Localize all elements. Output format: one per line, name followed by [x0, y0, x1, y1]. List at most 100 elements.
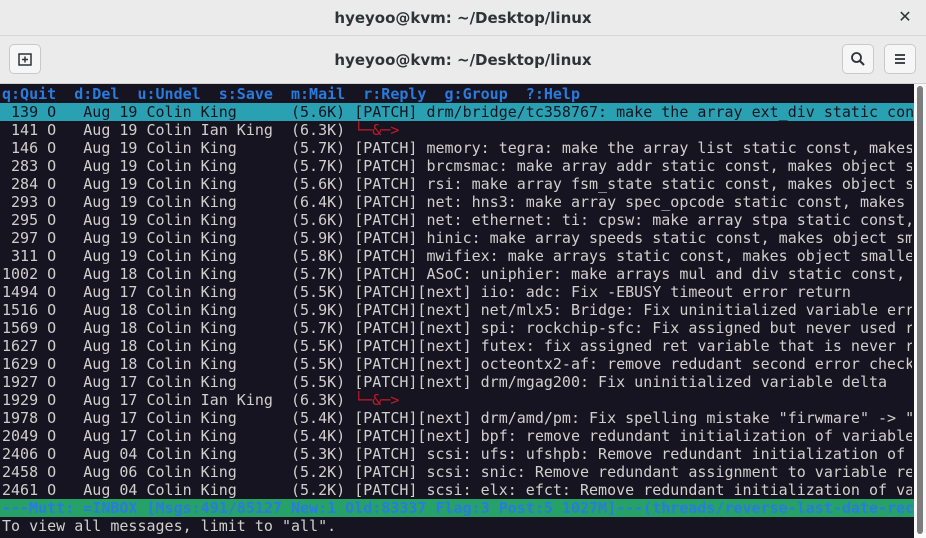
- terminal-screen[interactable]: q:Quit d:Del u:Undel s:Save m:Mail r:Rep…: [0, 84, 914, 538]
- message-flag: O: [47, 175, 57, 193]
- message-author: Colin King: [146, 175, 237, 193]
- message-row[interactable]: 311 O Aug 19 Colin King (5.8K) [PATCH] m…: [2, 247, 912, 265]
- column-gap: [345, 391, 354, 409]
- message-row[interactable]: 2461 O Aug 04 Colin King (5.2K) [PATCH] …: [2, 481, 912, 499]
- menu-button[interactable]: [884, 44, 916, 74]
- message-row[interactable]: 1929 O Aug 17 Colin Ian King (6.3K) └─&─…: [2, 391, 912, 409]
- column-gap: [237, 337, 291, 355]
- message-subject: [PATCH] hinic: make array speeds static …: [354, 229, 912, 247]
- message-row[interactable]: 146 O Aug 19 Colin King (5.7K) [PATCH] m…: [2, 139, 912, 157]
- message-author: Colin King: [146, 157, 237, 175]
- message-subject: [PATCH] memory: tegra: make the array li…: [354, 139, 912, 157]
- message-date: Aug 19: [83, 211, 138, 229]
- message-row[interactable]: 284 O Aug 19 Colin King (5.6K) [PATCH] r…: [2, 175, 912, 193]
- message-row[interactable]: 141 O Aug 19 Colin Ian King (6.3K) └─&─>: [2, 121, 912, 139]
- column-gap: [137, 121, 146, 139]
- column-gap: [345, 481, 354, 499]
- message-date: Aug 19: [83, 139, 138, 157]
- message-number: 2406: [2, 445, 39, 463]
- message-row[interactable]: 2049 O Aug 17 Colin King (5.4K) [PATCH][…: [2, 427, 912, 445]
- message-date: Aug 19: [83, 229, 138, 247]
- message-size: (5.6K): [291, 103, 346, 121]
- message-size: (5.8K): [291, 247, 346, 265]
- column-gap: [345, 373, 354, 391]
- message-flag: O: [47, 247, 57, 265]
- message-number: 2461: [2, 481, 39, 499]
- message-subject: [PATCH] brcmsmac: make array addr static…: [354, 157, 912, 175]
- message-number: 311: [2, 247, 39, 265]
- column-gap: [137, 355, 146, 373]
- message-row[interactable]: 1978 O Aug 17 Colin King (5.4K) [PATCH][…: [2, 409, 912, 427]
- window-titlebar[interactable]: hyeyoo@kvm: ~/Desktop/linux ✕: [0, 0, 926, 36]
- message-row[interactable]: 1927 O Aug 17 Colin King (5.5K) [PATCH][…: [2, 373, 912, 391]
- message-row[interactable]: 1569 O Aug 18 Colin King (5.7K) [PATCH][…: [2, 319, 912, 337]
- message-row[interactable]: 1494 O Aug 17 Colin King (5.5K) [PATCH][…: [2, 283, 912, 301]
- message-row[interactable]: 1516 O Aug 18 Colin King (5.9K) [PATCH][…: [2, 301, 912, 319]
- message-subject: [PATCH] net: ethernet: ti: cpsw: make ar…: [354, 211, 912, 229]
- column-gap: [273, 121, 291, 139]
- message-author: Colin King: [146, 103, 237, 121]
- message-row[interactable]: 293 O Aug 19 Colin King (6.4K) [PATCH] n…: [2, 193, 912, 211]
- message-row[interactable]: 139 O Aug 19 Colin King (5.6K) [PATCH] d…: [0, 103, 914, 121]
- scrollbar-thumb[interactable]: [917, 86, 923, 534]
- message-subject: [PATCH][next] net/mlx5: Bridge: Fix unin…: [354, 301, 912, 319]
- column-gap: [38, 319, 47, 337]
- column-gap: [56, 481, 83, 499]
- message-row[interactable]: 283 O Aug 19 Colin King (5.7K) [PATCH] b…: [2, 157, 912, 175]
- column-gap: [345, 427, 354, 445]
- message-number: 1629: [2, 355, 39, 373]
- message-author: Colin King: [146, 319, 237, 337]
- column-gap: [137, 175, 146, 193]
- message-flag: O: [47, 391, 57, 409]
- message-row[interactable]: 2406 O Aug 04 Colin King (5.3K) [PATCH] …: [2, 445, 912, 463]
- message-flag: O: [47, 373, 57, 391]
- column-gap: [237, 355, 291, 373]
- message-flag: O: [47, 139, 57, 157]
- message-flag: O: [47, 481, 57, 499]
- hamburger-menu-icon: [895, 54, 905, 64]
- message-author: Colin King: [146, 211, 237, 229]
- message-flag: O: [47, 355, 57, 373]
- close-icon[interactable]: ✕: [894, 6, 916, 28]
- column-gap: [273, 391, 291, 409]
- search-button[interactable]: [842, 44, 874, 74]
- column-gap: [237, 103, 291, 121]
- column-gap: [137, 265, 146, 283]
- message-subject: [PATCH] scsi: ufs: ufshpb: Remove redund…: [354, 445, 912, 463]
- message-size: (6.4K): [291, 193, 346, 211]
- message-row[interactable]: 1627 O Aug 18 Colin King (5.5K) [PATCH][…: [2, 337, 912, 355]
- mutt-prompt-line: To view all messages, limit to "all".: [2, 517, 337, 535]
- column-gap: [38, 103, 47, 121]
- message-row[interactable]: 2458 O Aug 06 Colin King (5.2K) [PATCH] …: [2, 463, 912, 481]
- column-gap: [38, 409, 47, 427]
- window-title: hyeyoo@kvm: ~/Desktop/linux: [334, 9, 592, 27]
- column-gap: [38, 175, 47, 193]
- column-gap: [137, 211, 146, 229]
- column-gap: [345, 355, 354, 373]
- message-subject: [PATCH] ASoC: uniphier: make arrays mul …: [354, 265, 912, 283]
- message-subject: [PATCH][next] iio: adc: Fix -EBUSY timeo…: [354, 283, 851, 301]
- column-gap: [56, 355, 83, 373]
- column-gap: [345, 247, 354, 265]
- message-number: 2458: [2, 463, 39, 481]
- message-date: Aug 18: [83, 301, 138, 319]
- column-gap: [137, 283, 146, 301]
- terminal-scrollbar[interactable]: [914, 84, 926, 538]
- message-date: Aug 17: [83, 427, 138, 445]
- message-date: Aug 17: [83, 373, 138, 391]
- column-gap: [56, 463, 83, 481]
- column-gap: [137, 301, 146, 319]
- message-row[interactable]: 297 O Aug 19 Colin King (5.9K) [PATCH] h…: [2, 229, 912, 247]
- message-row[interactable]: 1002 O Aug 18 Colin King (5.7K) [PATCH] …: [2, 265, 912, 283]
- message-date: Aug 19: [83, 247, 138, 265]
- message-size: (5.6K): [291, 175, 346, 193]
- message-size: (5.7K): [291, 319, 346, 337]
- column-gap: [38, 247, 47, 265]
- column-gap: [137, 337, 146, 355]
- message-flag: O: [47, 319, 57, 337]
- message-number: 139: [2, 103, 39, 121]
- message-author: Colin King: [146, 193, 237, 211]
- message-row[interactable]: 1629 O Aug 18 Colin King (5.5K) [PATCH][…: [2, 355, 912, 373]
- mutt-status-bar: ---Mutt: =INBOX [Msgs:491/85127 New:1 Ol…: [0, 499, 914, 517]
- message-row[interactable]: 295 O Aug 19 Colin King (5.6K) [PATCH] n…: [2, 211, 912, 229]
